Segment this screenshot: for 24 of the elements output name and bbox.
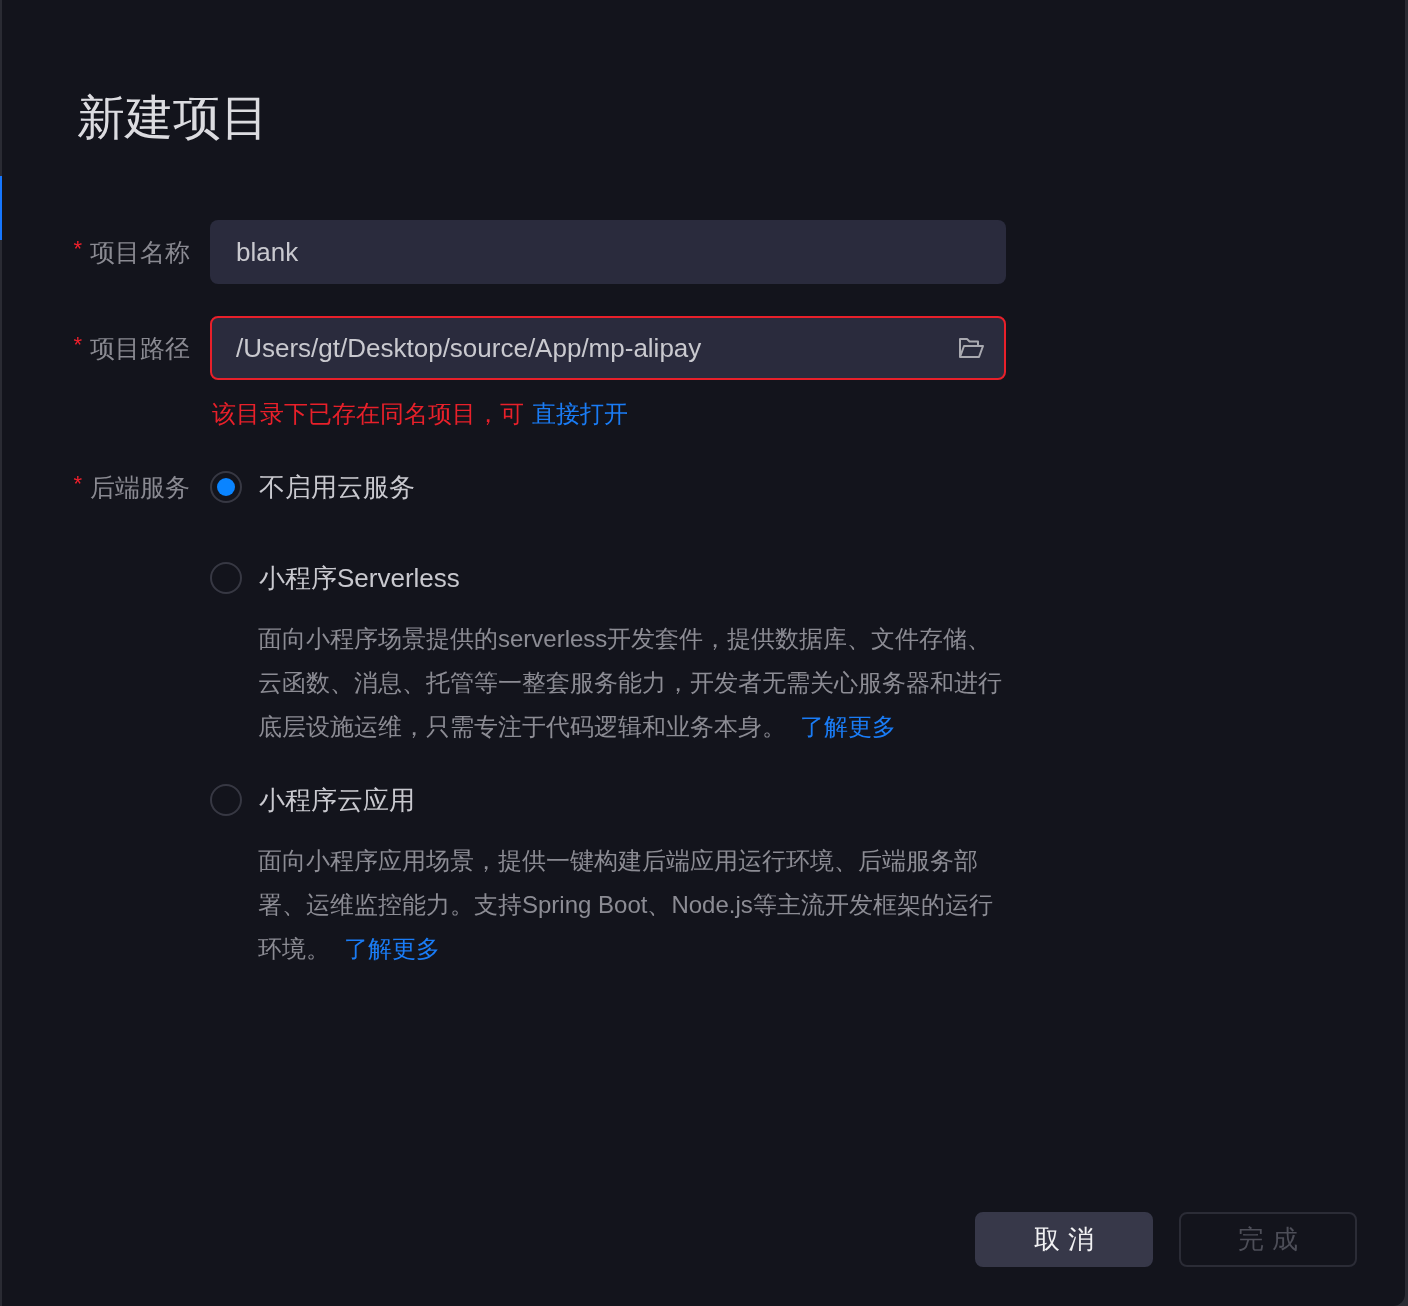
window-edge-accent [0,176,2,240]
cancel-button[interactable]: 取 消 [975,1212,1153,1267]
project-path-field[interactable]: /Users/gt/Desktop/source/App/mp-alipay [210,316,1006,380]
open-directly-link[interactable]: 直接打开 [532,400,628,427]
field-label: 项目名称 [90,237,190,268]
required-asterisk: * [73,334,82,356]
error-message: 该目录下已存在同名项目，可 直接打开 [212,399,629,429]
radio-button[interactable] [210,562,242,594]
learn-more-link[interactable]: 了解更多 [800,713,896,740]
folder-icon[interactable] [958,337,984,359]
field-label: 后端服务 [90,472,190,503]
option-description: 面向小程序场景提供的serverless开发套件，提供数据库、文件存储、云函数、消息、托管等一整套服务能力，开发者无需关心服务器和进行底层设施运维，只需专注于代码逻辑和业务本身。 了解更多 [258,624,1003,742]
option-label[interactable]: 小程序云应用 [259,783,415,817]
project-name-field[interactable]: blank [210,220,1006,284]
required-asterisk: * [73,238,82,260]
field-label: 项目路径 [90,333,190,364]
dialog-title: 新建项目 [77,90,269,146]
learn-more-link[interactable]: 了解更多 [344,935,440,962]
radio-button[interactable] [210,471,242,503]
radio-button[interactable] [210,784,242,816]
option-label[interactable]: 不启用云服务 [259,470,415,504]
option-description: 面向小程序应用场景，提供一键构建后端应用运行环境、后端服务部署、运维监控能力。支持Spring Boot、Node.js等主流开发框架的运行环境。 了解更多 [258,846,994,964]
option-label[interactable]: 小程序Serverless [259,561,460,595]
required-asterisk: * [73,473,82,495]
